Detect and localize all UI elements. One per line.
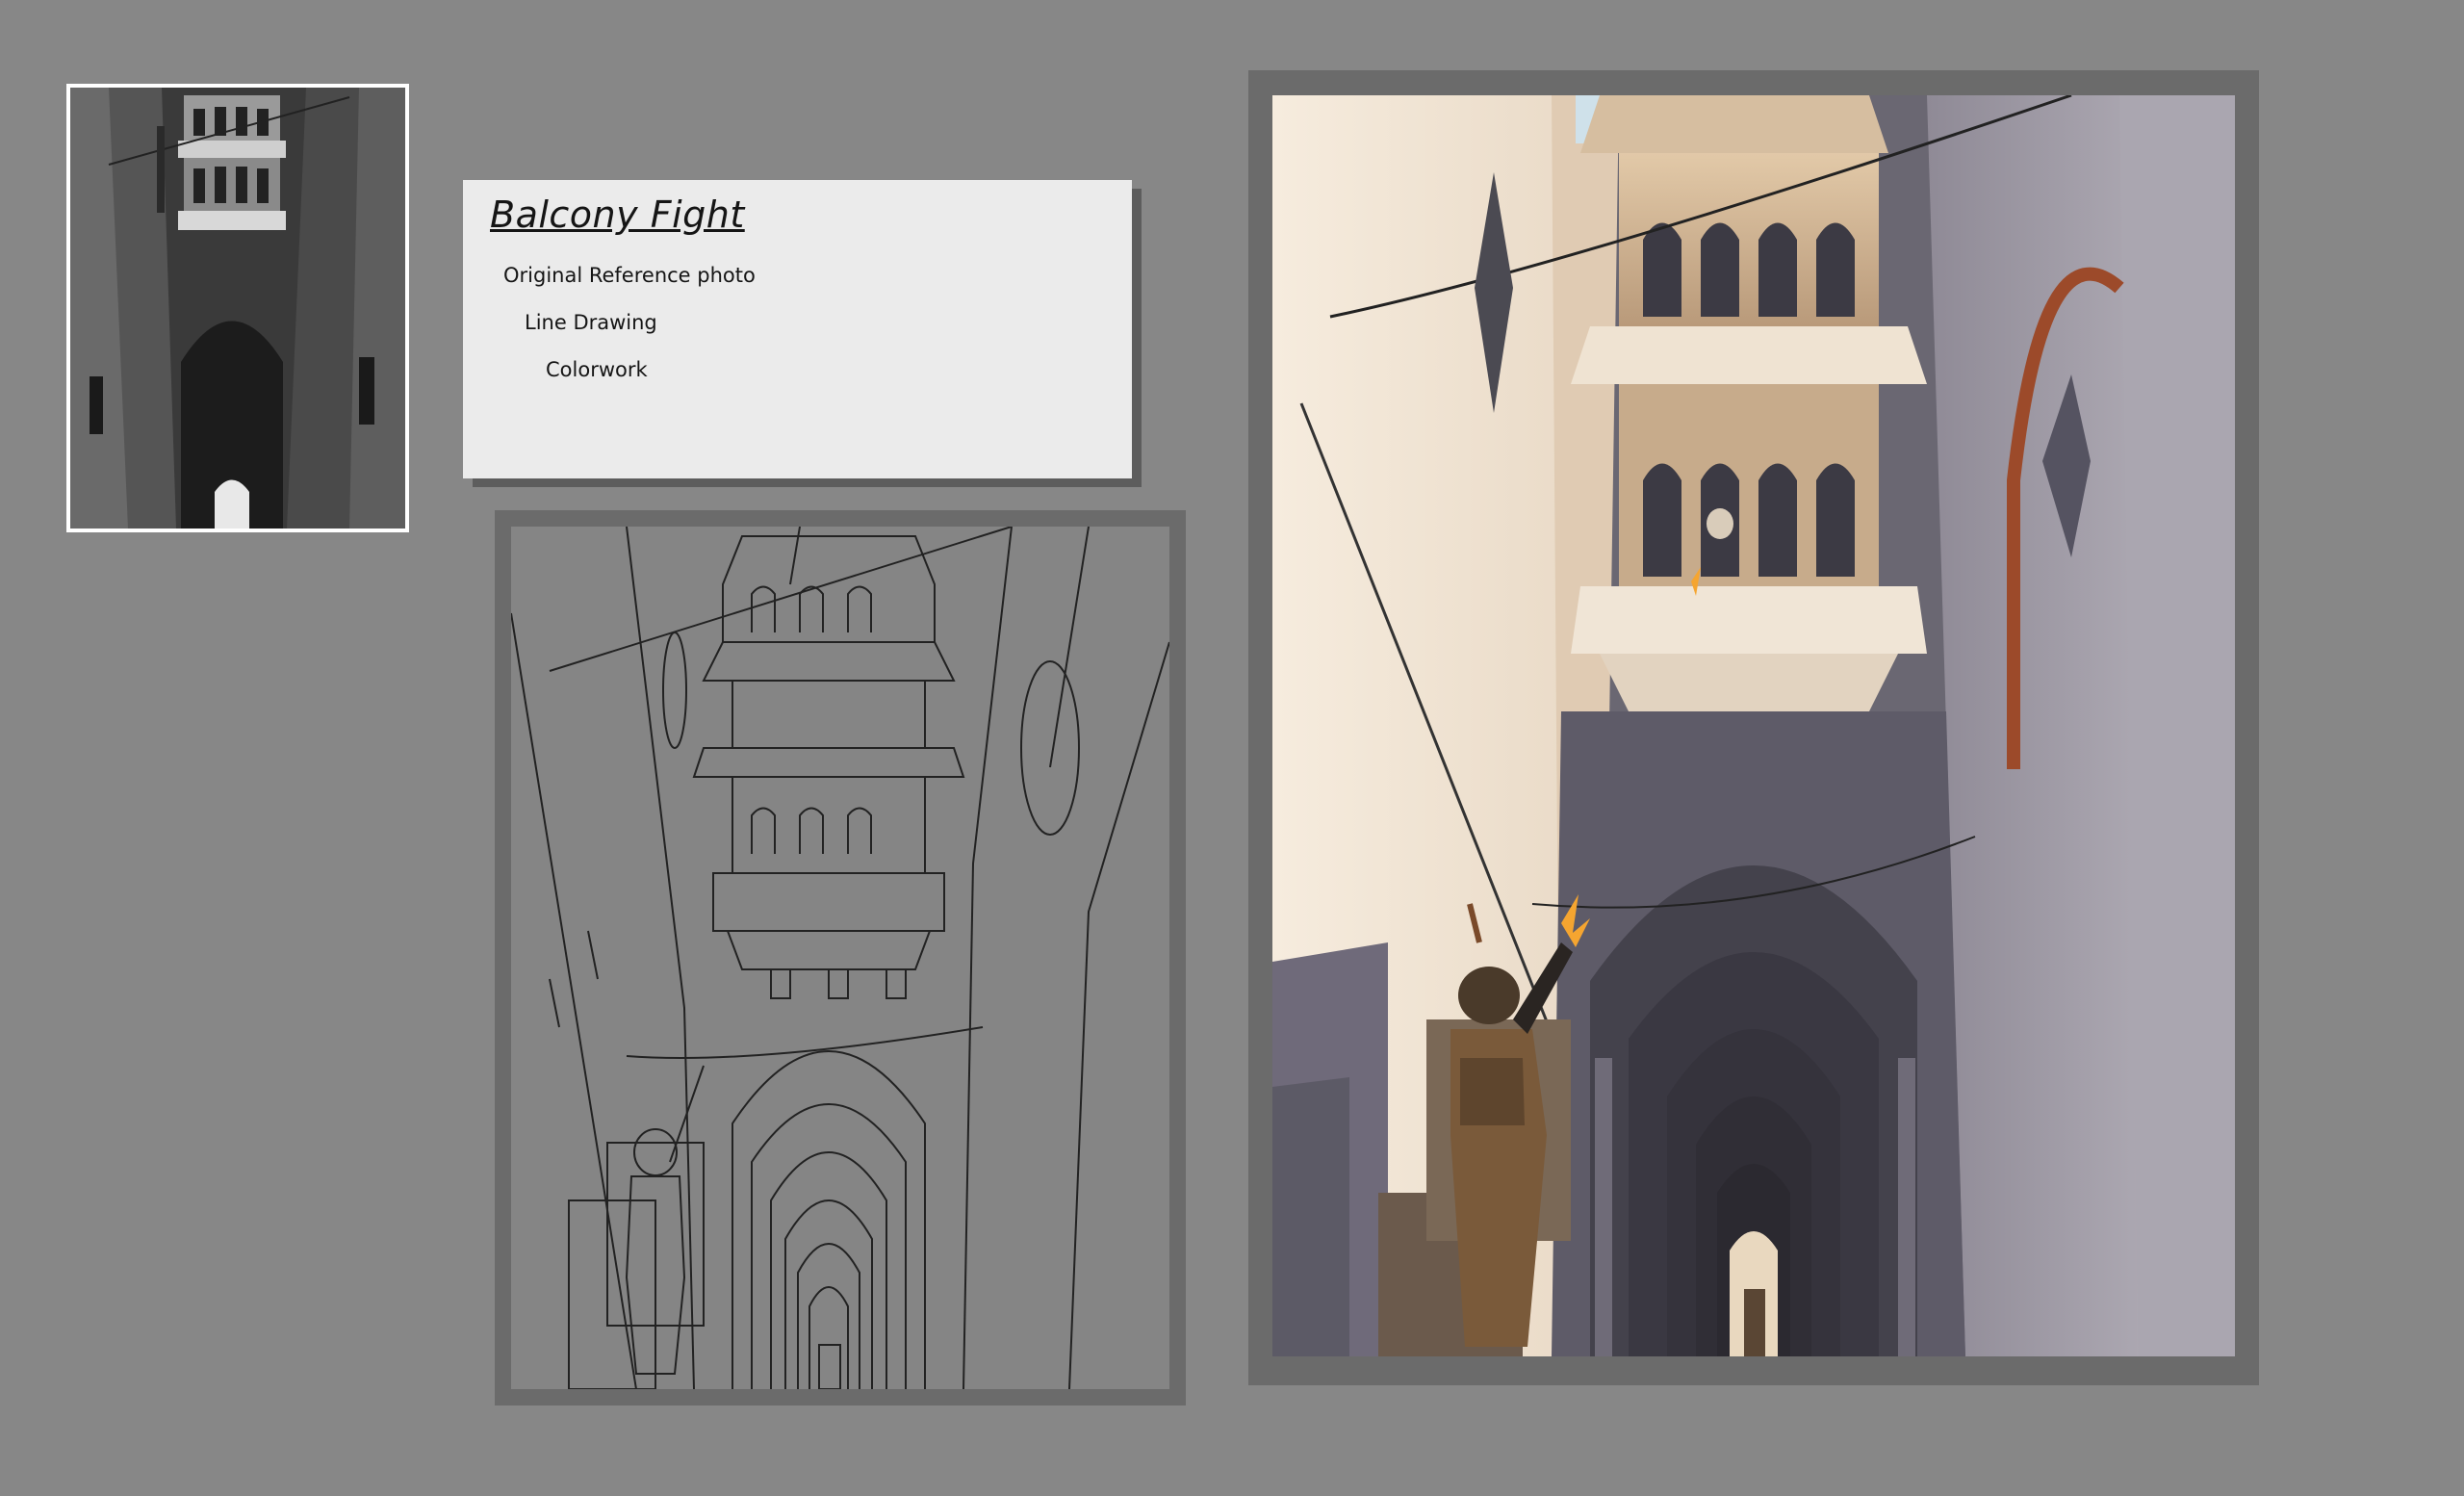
line-drawing-frame (495, 510, 1186, 1406)
line-drawing-label: Line Drawing (525, 311, 657, 334)
reference-photo-label: Original Reference photo (503, 264, 756, 287)
title-card: Balcony Fight Original Reference photo L… (463, 180, 1132, 478)
line-drawing (511, 527, 1169, 1389)
colorwork-label: Colorwork (546, 358, 648, 381)
reference-photo (70, 88, 405, 529)
colorwork-painting (1272, 95, 2235, 1356)
reference-photo-frame (66, 84, 409, 532)
colorwork-frame (1248, 70, 2259, 1385)
card-title: Balcony Fight (490, 193, 745, 236)
